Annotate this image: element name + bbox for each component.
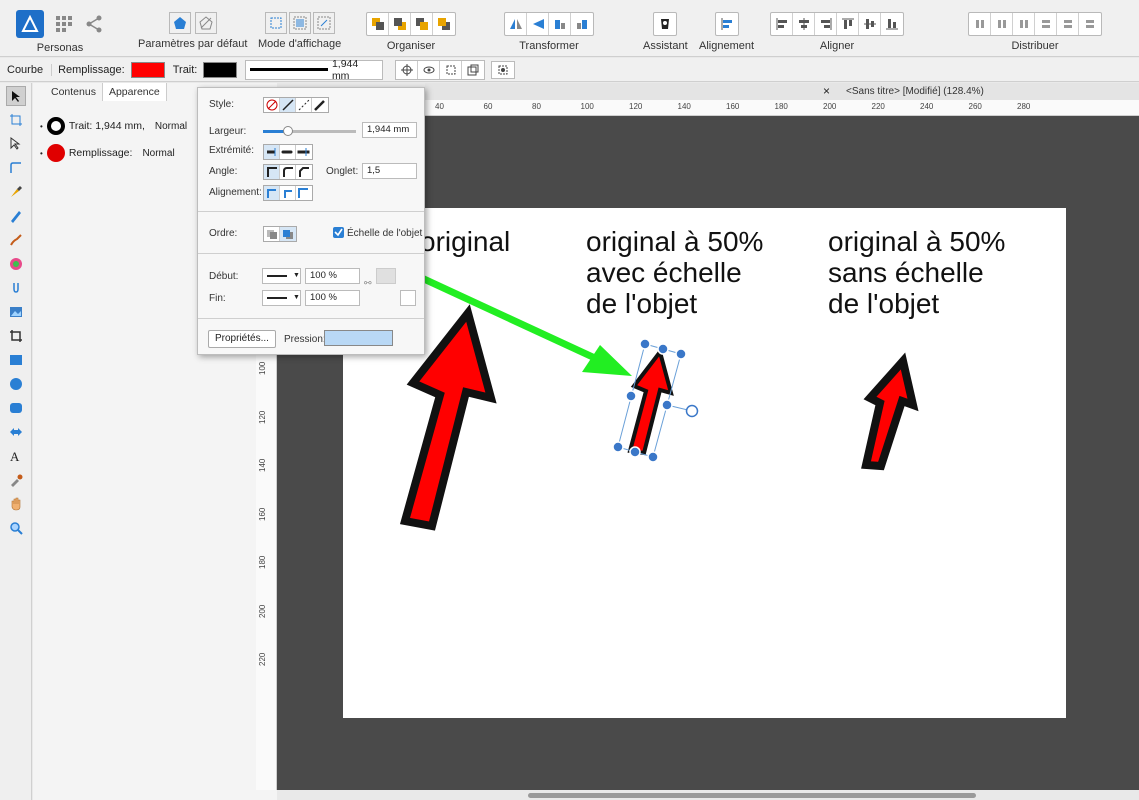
line-preview [267, 297, 287, 299]
selection-handle [625, 390, 637, 402]
scale-with-object-label: Échelle de l'objet [347, 228, 423, 239]
scale-with-object-checkbox[interactable] [333, 227, 344, 238]
order-selector [263, 226, 297, 242]
width-slider[interactable] [263, 126, 356, 136]
miter-input[interactable]: 1,5 [362, 163, 417, 179]
round-cap-icon[interactable] [280, 145, 296, 159]
align-inside-stroke-icon[interactable] [280, 186, 296, 200]
selection-handle [639, 338, 651, 350]
width-label: Largeur: [209, 126, 247, 137]
end-label: Fin: [209, 293, 226, 304]
align-label-popup: Alignement: [209, 187, 262, 198]
solid-line-icon[interactable] [280, 98, 296, 112]
arrow-without-scale[interactable] [861, 352, 919, 471]
order-label: Ordre: [209, 228, 238, 239]
no-line-icon[interactable] [264, 98, 280, 112]
cap-label: Extrémité: [209, 145, 255, 156]
miter-join-icon[interactable] [264, 165, 280, 179]
selection-handle [675, 348, 687, 360]
align-center-stroke-icon[interactable] [264, 186, 280, 200]
dashed-line-icon[interactable] [296, 98, 312, 112]
bevel-join-icon[interactable] [296, 165, 312, 179]
stroke-align-selector [263, 185, 313, 201]
pressure-label: Pression: [284, 334, 326, 345]
selection-handle [647, 451, 659, 463]
round-join-icon[interactable] [280, 165, 296, 179]
cap-selector [263, 144, 313, 160]
style-selector [263, 97, 329, 113]
stroke-behind-icon[interactable] [264, 227, 280, 241]
width-input[interactable]: 1,944 mm [362, 122, 417, 138]
line-preview [267, 275, 287, 277]
dropdown-arrow-icon: ▼ [293, 294, 300, 301]
selection-handle [629, 446, 641, 458]
swap-arrowheads-button[interactable] [376, 268, 396, 284]
style-label: Style: [209, 99, 235, 110]
start-scale-dropdown[interactable]: 100 % [305, 268, 360, 284]
miter-label: Onglet: [326, 166, 359, 177]
popup-separator [198, 318, 424, 319]
properties-button[interactable]: Propriétés... [208, 330, 276, 348]
selection-handle [612, 441, 624, 453]
join-label: Angle: [209, 166, 238, 177]
link-icon[interactable]: ⚯ [364, 278, 372, 289]
end-scale-dropdown[interactable]: 100 % [305, 290, 360, 306]
start-arrowhead-dropdown[interactable]: ▼ [262, 268, 301, 284]
selection-handle [661, 399, 673, 411]
end-arrowhead-dropdown[interactable]: ▼ [262, 290, 301, 306]
start-label: Début: [209, 271, 239, 282]
brush-line-icon[interactable] [312, 98, 328, 112]
square-cap-icon[interactable] [296, 145, 312, 159]
dropdown-arrow-icon: ▼ [293, 272, 300, 279]
popup-separator [198, 211, 424, 212]
selection-handle [657, 343, 669, 355]
horizontal-scrollbar[interactable] [528, 793, 976, 798]
pressure-graph[interactable] [324, 330, 393, 346]
rotation-handle[interactable] [685, 404, 699, 418]
arrowhead-options-button[interactable] [400, 290, 416, 306]
stroke-popup: Style: Largeur: 1,944 mm Extrémité: Angl… [197, 87, 425, 355]
start-scale-value: 100 % [310, 270, 337, 281]
join-selector [263, 164, 313, 180]
popup-separator [198, 253, 424, 254]
stroke-front-icon[interactable] [280, 227, 296, 241]
end-scale-value: 100 % [310, 292, 337, 303]
canvas-shapes [343, 240, 919, 531]
width-slider-thumb[interactable] [283, 126, 293, 136]
butt-cap-icon[interactable] [264, 145, 280, 159]
align-outside-stroke-icon[interactable] [296, 186, 312, 200]
